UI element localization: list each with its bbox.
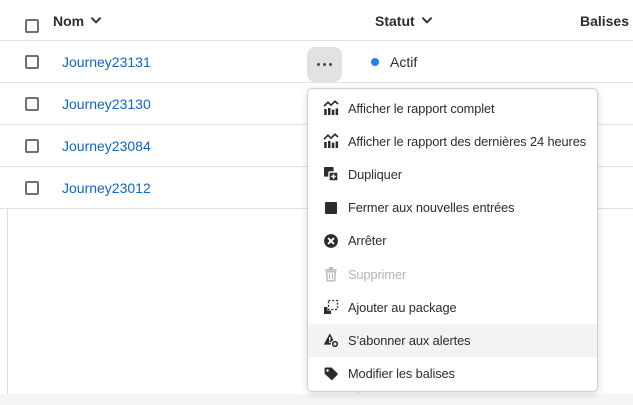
status-cell: Actif	[371, 41, 417, 83]
more-actions-button[interactable]	[307, 47, 342, 82]
journeys-list-screen: Nom Statut Balises Journey23131 Actif Jo…	[0, 0, 633, 405]
menu-item-view-24h-report[interactable]: Afficher le rapport des dernières 24 heu…	[308, 125, 597, 158]
menu-item-close-entries[interactable]: Fermer aux nouvelles entrées	[308, 191, 597, 224]
menu-item-stop[interactable]: Arrêter	[308, 224, 597, 257]
column-label-nom: Nom	[53, 13, 84, 29]
menu-item-edit-tags[interactable]: Modifier les balises	[308, 357, 597, 390]
menu-item-delete: Supprimer	[308, 257, 597, 290]
row-checkbox[interactable]	[25, 181, 39, 195]
close-gate-icon	[322, 199, 339, 216]
status-label: Actif	[390, 54, 417, 70]
tag-icon	[322, 365, 339, 382]
page-background-strip	[0, 394, 633, 405]
menu-item-label: Modifier les balises	[348, 366, 455, 381]
chart-report-icon	[322, 133, 339, 150]
trash-icon	[322, 266, 339, 283]
ellipsis-icon	[317, 63, 321, 67]
menu-item-label: Dupliquer	[348, 167, 402, 182]
menu-item-label: Supprimer	[348, 267, 406, 282]
alert-add-icon	[322, 332, 339, 349]
menu-item-duplicate[interactable]: Dupliquer	[308, 158, 597, 191]
column-label-statut: Statut	[375, 13, 415, 29]
journey-link[interactable]: Journey23012	[62, 180, 151, 196]
column-header-statut[interactable]: Statut	[375, 0, 432, 41]
menu-item-label: Afficher le rapport complet	[348, 101, 494, 116]
column-header-nom[interactable]: Nom	[53, 0, 101, 41]
package-icon	[322, 299, 339, 316]
row-checkbox[interactable]	[25, 97, 39, 111]
chevron-down-icon	[91, 17, 101, 24]
duplicate-icon	[322, 166, 339, 183]
journey-link[interactable]: Journey23131	[62, 54, 151, 70]
cancel-circle-icon	[322, 232, 339, 249]
menu-item-label: Ajouter au package	[348, 300, 456, 315]
status-dot	[371, 58, 379, 66]
context-menu: Afficher le rapport complet Afficher le …	[307, 88, 598, 392]
row-checkbox[interactable]	[25, 55, 39, 69]
chevron-down-icon	[422, 17, 432, 24]
menu-item-label: Arrêter	[348, 233, 386, 248]
menu-item-label: Afficher le rapport des dernières 24 heu…	[348, 134, 586, 149]
menu-item-add-to-package[interactable]: Ajouter au package	[308, 291, 597, 324]
journey-link[interactable]: Journey23130	[62, 96, 151, 112]
journey-link[interactable]: Journey23084	[62, 138, 151, 154]
column-label-balises: Balises	[580, 13, 629, 29]
select-all-checkbox[interactable]	[25, 19, 39, 33]
menu-item-label: Fermer aux nouvelles entrées	[348, 200, 514, 215]
row-checkbox[interactable]	[25, 139, 39, 153]
table-header: Nom Statut Balises	[0, 0, 633, 41]
menu-item-label: S’abonner aux alertes	[348, 333, 470, 348]
column-header-balises[interactable]: Balises	[580, 0, 629, 41]
chart-report-icon	[322, 100, 339, 117]
menu-item-subscribe-alerts[interactable]: S’abonner aux alertes	[308, 324, 597, 357]
menu-item-view-full-report[interactable]: Afficher le rapport complet	[308, 92, 597, 125]
